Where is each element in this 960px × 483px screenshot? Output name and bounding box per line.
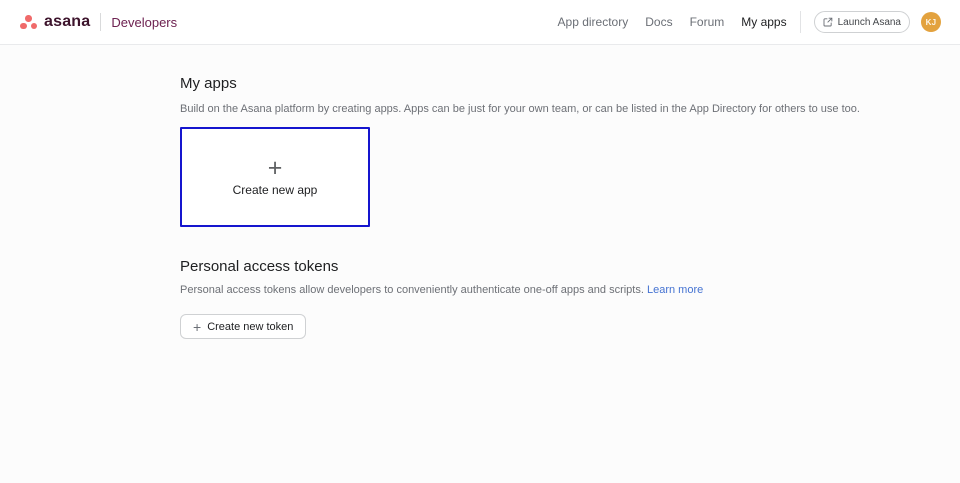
tokens-title: Personal access tokens [180,258,960,276]
personal-access-tokens-section: Personal access tokens Personal access t… [180,258,960,339]
nav-docs[interactable]: Docs [645,16,672,28]
create-new-token-label: Create new token [207,321,293,333]
logo-divider [100,13,101,31]
my-apps-description: Build on the Asana platform by creating … [180,103,960,116]
nav-app-directory[interactable]: App directory [558,16,629,28]
create-new-app-label: Create new app [233,183,318,197]
page-title: My apps [180,75,960,93]
create-new-token-button[interactable]: + Create new token [180,314,306,339]
top-header: asana Developers App directory Docs Foru… [0,0,960,45]
asana-logo-icon [20,15,37,29]
learn-more-link[interactable]: Learn more [647,284,703,296]
nav-separator [800,11,801,33]
launch-asana-button[interactable]: Launch Asana [814,11,910,33]
my-apps-section: My apps Build on the Asana platform by c… [180,75,960,227]
nav-forum[interactable]: Forum [690,16,725,28]
tokens-description: Personal access tokens allow developers … [180,284,960,297]
brand[interactable]: asana Developers [20,13,177,31]
create-new-app-card[interactable]: + Create new app [180,127,370,227]
asana-developers-page: asana Developers App directory Docs Foru… [0,0,960,483]
tokens-description-text: Personal access tokens allow developers … [180,284,644,296]
header-nav: App directory Docs Forum My apps Launch … [541,11,941,33]
plus-icon: + [268,158,283,178]
launch-asana-label: Launch Asana [838,17,901,28]
product-name: Developers [111,16,177,29]
asana-wordmark: asana [44,14,90,30]
nav-my-apps[interactable]: My apps [741,16,786,28]
plus-icon: + [193,320,201,334]
external-link-icon [823,17,833,27]
main-content: My apps Build on the Asana platform by c… [0,45,960,339]
avatar[interactable]: KJ [921,12,941,32]
